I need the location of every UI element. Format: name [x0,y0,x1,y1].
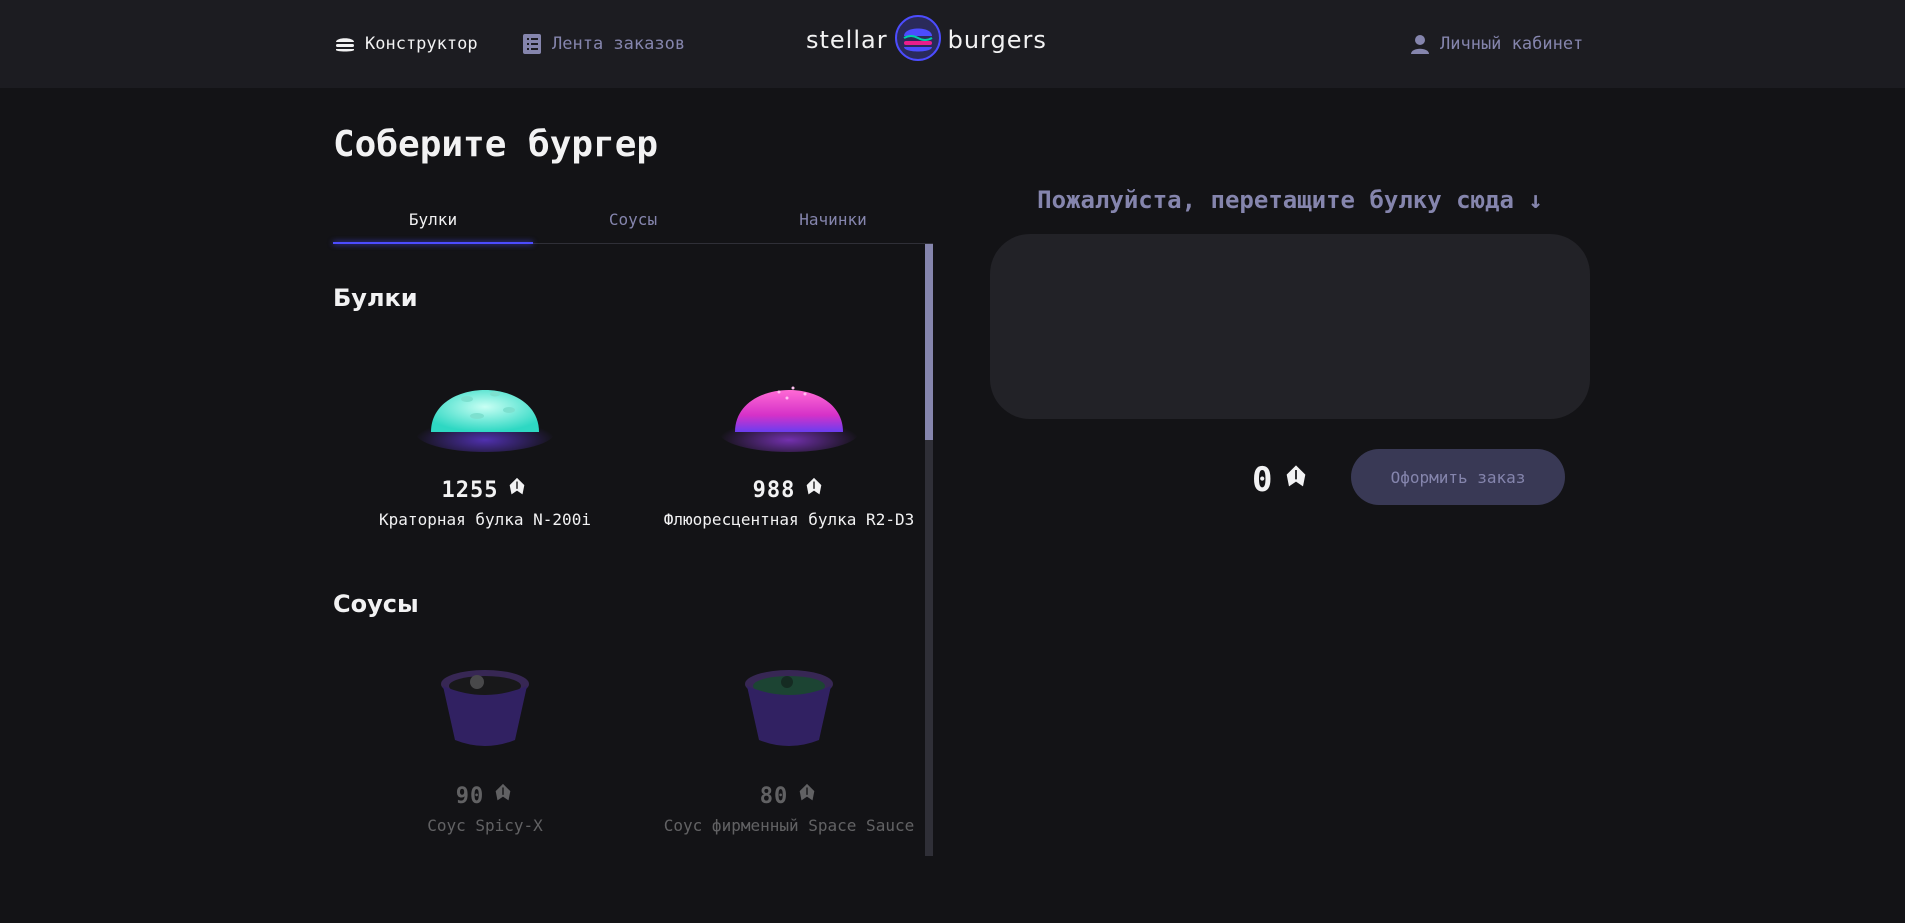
order-total: 0 [1252,460,1310,500]
bun-crater-image [349,344,621,464]
nav-account[interactable]: Личный кабинет [1408,28,1583,60]
list-icon [520,32,544,56]
ingredient-name: Краторная булка N-200i [379,510,591,529]
ingredient-card[interactable]: 90 Соус Spicy-X [349,650,621,835]
price-value: 988 [752,477,796,503]
nav-constructor[interactable]: Конструктор [333,28,478,60]
drop-hint: Пожалуйста, перетащите булку сюда ↓ [1037,186,1543,214]
logo-text-right: burgers [947,26,1047,54]
logo-emblem-icon [894,14,942,66]
app-header: Конструктор Лента заказов stellar burger… [0,0,1905,88]
ingredients-list[interactable]: Булки 1255 Краторная булка N-200i 988 Фл… [333,244,933,856]
tab-fillings[interactable]: Начинки [733,196,933,243]
ingredient-card[interactable]: 80 Соус фирменный Space Sauce [653,650,925,835]
currency-icon [506,476,528,504]
burger-icon [333,32,357,56]
price-value: 90 [455,783,485,809]
currency-icon [803,476,825,504]
ingredient-card[interactable]: 1255 Краторная булка N-200i [349,344,621,529]
bun-fluorescent-image [653,344,925,464]
ingredient-name: Соус фирменный Space Sauce [663,816,915,835]
currency-icon [1282,460,1310,500]
tab-buns[interactable]: Булки [333,196,533,244]
nav-account-label: Личный кабинет [1440,34,1584,54]
price: 90 [349,782,621,810]
total-value: 0 [1252,460,1273,500]
ingredient-name: Флюоресцентная булка R2-D3 [663,510,915,529]
page-title: Соберите бургер [333,124,659,165]
currency-icon [492,782,514,810]
price-value: 1255 [441,477,499,503]
place-order-button[interactable]: Оформить заказ [1351,449,1565,505]
sauce-space-image [653,650,925,770]
ingredient-tabs: Булки Соусы Начинки [333,196,933,244]
nav-constructor-label: Конструктор [365,34,478,54]
section-title-sauces: Соусы [333,590,419,618]
ingredient-card[interactable]: 988 Флюоресцентная булка R2-D3 [653,344,925,529]
logo-text-left: stellar [806,26,888,54]
price: 80 [653,782,925,810]
currency-icon [796,782,818,810]
scrollbar-thumb[interactable] [925,244,933,440]
ingredient-name: Соус Spicy-X [427,816,543,835]
sauce-spicy-x-image [349,650,621,770]
tab-sauces[interactable]: Соусы [533,196,733,243]
price: 1255 [349,476,621,504]
price: 988 [653,476,925,504]
nav-order-feed-label: Лента заказов [552,34,686,54]
nav-order-feed[interactable]: Лента заказов [520,28,685,60]
profile-icon [1408,32,1432,56]
price-value: 80 [759,783,789,809]
burger-drop-zone[interactable] [990,234,1590,419]
stellar-burgers-logo[interactable]: stellar burgers [806,14,1047,66]
section-title-buns: Булки [333,284,418,312]
